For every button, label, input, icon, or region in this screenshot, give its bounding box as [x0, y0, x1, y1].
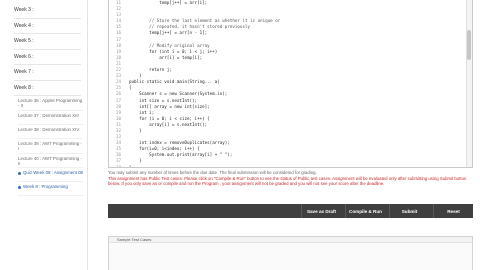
- code-text: temp[j++] = arr[n - 1];: [129, 30, 208, 36]
- main-content: 11 temp[j++] = arr[i]; 12 13 14 // Store th…: [88, 0, 480, 270]
- editor-scrollbar[interactable]: [466, 0, 472, 167]
- week-label: Week 3 :: [14, 7, 34, 14]
- submit-button[interactable]: Submit: [389, 204, 429, 218]
- scrollbar-thumb[interactable]: [467, 30, 471, 60]
- lecture-label: Week 8 : Programming: [23, 184, 68, 190]
- sidebar-week-6[interactable]: Week 6 :: [14, 50, 81, 65]
- sidebar-lecture-36[interactable]: Lecture 36 : Applet Programming - II: [18, 98, 83, 111]
- save-as-draft-button[interactable]: Save as Draft: [301, 204, 341, 218]
- code-editor[interactable]: 11 temp[j++] = arr[i]; 12 13 14 // Store th…: [108, 0, 473, 168]
- code-lines: 11 temp[j++] = arr[i]; 12 13 14 // Store th…: [109, 0, 472, 168]
- week-label: Week 5 :: [14, 38, 34, 45]
- lecture-label: Lecture 36 : Applet Programming - II: [18, 98, 83, 109]
- compile-run-button[interactable]: Compile & Run: [345, 204, 385, 218]
- test-cases-panel: Sample Test Cases: [108, 236, 473, 270]
- sidebar-week-3[interactable]: Week 3 :: [14, 3, 81, 19]
- lecture-label: Quiz Week 08 : Assignment 08: [23, 170, 83, 176]
- week-label: Week 7 :: [14, 69, 34, 76]
- sidebar-week-4[interactable]: Week 4 :: [14, 19, 81, 34]
- course-sidebar: Week 3 : Week 4 : Week 5 : Week 6 : Week…: [0, 0, 88, 270]
- sidebar-lecture-40[interactable]: Lecture 40 : AWT Programming - II: [18, 156, 83, 169]
- sidebar-quiz-week-08[interactable]: Quiz Week 08 : Assignment 08: [18, 170, 83, 183]
- lecture-label: Lecture 40 : AWT Programming - II: [18, 155, 82, 167]
- sidebar-lecture-37[interactable]: Lecture 37 : Demonstration XIII: [18, 113, 83, 125]
- code-text: arr[i] = temp[i];: [129, 54, 203, 60]
- sidebar-week-5[interactable]: Week 5 :: [14, 34, 81, 50]
- code-text: }: [129, 127, 142, 133]
- lecture-label: Lecture 37 : Demonstration XIII: [18, 112, 79, 118]
- code-text: public static void main(String... a): [129, 79, 220, 85]
- submission-notes: You may submit any number of times befor…: [108, 170, 473, 187]
- line-number: 38: [115, 164, 121, 168]
- sidebar-week-8[interactable]: Week 8 :: [14, 81, 81, 96]
- sidebar-lecture-38[interactable]: Lecture 38 : Demonstration XIV: [18, 127, 83, 139]
- status-dot-icon: [18, 185, 21, 189]
- sidebar-week-8-programming[interactable]: Week 8 : Programming: [18, 184, 83, 197]
- action-button-bar: Save as Draft Compile & Run Submit Reset: [108, 204, 473, 218]
- code-text: }: [129, 164, 132, 168]
- status-dot-icon: [18, 171, 21, 175]
- reset-button[interactable]: Reset: [433, 204, 473, 218]
- app-root: Week 3 : Week 4 : Week 5 : Week 6 : Week…: [0, 0, 480, 270]
- week-label: Week 6 :: [14, 53, 34, 60]
- sidebar-week-7[interactable]: Week 7 :: [14, 65, 81, 81]
- public-testcases-warning: This assignment has Public Test cases. P…: [108, 175, 467, 187]
- lecture-label: Lecture 38 : Demonstration XIV: [18, 126, 80, 132]
- code-line: 38}: [109, 164, 472, 168]
- sidebar-lecture-39[interactable]: Lecture 39 : AWT Programming - I: [18, 141, 83, 154]
- week-label: Week 4 :: [14, 22, 34, 29]
- test-cases-header: Sample Test Cases: [109, 237, 472, 243]
- code-text: System.out.print(array[i] + " ");: [129, 152, 233, 158]
- lecture-label: Lecture 39 : AWT Programming - I: [18, 140, 82, 152]
- week-label: Week 8 :: [14, 84, 34, 91]
- code-text: temp[j++] = arr[i];: [129, 0, 208, 5]
